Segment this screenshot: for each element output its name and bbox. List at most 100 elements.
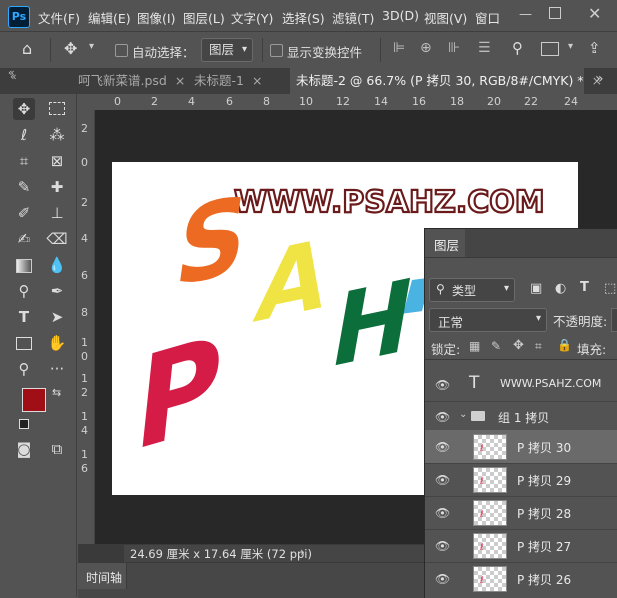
blend-mode-dropdown[interactable]: 正常 ▾ [429,308,547,332]
menu-type[interactable]: 文字(Y) [231,8,273,27]
move-tool-icon[interactable]: ✥ [13,98,35,120]
visibility-eye-icon[interactable]: 👁 [435,539,451,553]
minimize-icon[interactable]: — [519,7,532,22]
tab-layers[interactable]: 图层 [425,229,465,257]
hand-tool-icon[interactable]: ✋ [46,332,68,354]
rectangle-tool-icon[interactable] [13,332,35,354]
move-tool-preset-icon[interactable]: ✥ [64,39,77,58]
ruler-number: 2 [151,95,158,108]
quick-mask-icon[interactable]: ◙ [13,438,35,460]
zoom-tool-icon[interactable]: ⚲ [13,358,35,380]
layer-row[interactable]: 👁 ℓ P 拷贝 27 [425,529,617,563]
close-window-icon[interactable]: ✕ [588,4,601,23]
distribute-icon[interactable]: ☰ [478,40,491,56]
visibility-eye-icon[interactable]: 👁 [435,440,451,454]
layer-row-selected[interactable]: 👁 ℓ P 拷贝 30 [425,430,617,464]
tab-document-3[interactable]: 未标题-2 @ 66.7% (P 拷贝 30, RGB/8#/CMYK) * × [290,68,602,94]
tab-document-2[interactable]: 未标题-1 × [188,68,268,94]
auto-select-dropdown[interactable]: 图层 ▾ [201,38,253,62]
dodge-tool-icon[interactable]: ⚲ [13,280,35,302]
visibility-eye-icon[interactable]: 👁 [435,378,451,392]
layers-panel-header: 图层 [425,229,617,258]
visibility-eye-icon[interactable]: 👁 [435,506,451,520]
pixel-filter-icon[interactable]: ▣ [530,281,542,296]
menu-edit[interactable]: 编辑(E) [88,8,131,27]
ruler-number: 6 [226,95,233,108]
letter-p: P [129,307,229,481]
workspace-icon[interactable] [541,42,559,56]
share-icon[interactable]: ⇪ [588,39,601,57]
vertical-ruler[interactable]: 2 0 2 4 6 8 1 0 1 2 1 4 1 6 [78,110,95,544]
eyedropper-icon[interactable]: ✎ [13,176,35,198]
more-tools-icon[interactable]: ··· [46,358,68,380]
marquee-tool-icon[interactable] [46,98,68,120]
layer-row-group[interactable]: 👁 ⌄ 组 1 拷贝 [425,402,617,431]
menu-view[interactable]: 视图(V) [424,8,467,27]
close-icon[interactable]: × [175,73,185,88]
type-filter-icon[interactable]: T [580,280,589,295]
menu-filter[interactable]: 滤镜(T) [332,8,374,27]
chevron-right-icon[interactable]: › [300,545,305,559]
layer-row[interactable]: 👁 ℓ P 拷贝 26 [425,562,617,595]
visibility-eye-icon[interactable]: 👁 [435,410,451,424]
lock-transparent-icon[interactable]: ▦ [469,339,480,353]
layer-row[interactable]: 👁 ℓ P 拷贝 29 [425,463,617,497]
chevron-down-icon[interactable]: ⌄ [459,409,467,420]
tab-document-1[interactable]: 呵飞新菜谱.psd × [72,68,191,94]
zoom-field[interactable] [78,545,124,562]
divider [425,359,617,360]
horizontal-ruler[interactable]: 0 2 4 6 8 10 12 14 16 18 20 22 24 [96,94,617,111]
lock-pixels-icon[interactable]: ✎ [491,339,501,353]
crop-tool-icon[interactable]: ⌗ [13,150,35,172]
tab-timeline[interactable]: 时间轴 [78,563,127,589]
visibility-eye-icon[interactable]: 👁 [435,572,451,586]
magic-wand-icon[interactable]: ⁂ [46,124,68,146]
eraser-icon[interactable]: ⌫ [46,228,68,250]
layer-filter-dropdown[interactable]: ⚲ 类型 ▾ [429,278,515,302]
menu-select[interactable]: 选择(S) [282,8,325,27]
close-icon[interactable]: × [252,73,262,88]
home-icon[interactable]: ⌂ [22,39,32,58]
swap-colors-icon[interactable]: ⇆ [52,386,61,399]
ruler-number: 14 [374,95,388,108]
brush-tool-icon[interactable]: ✐ [13,202,35,224]
menu-layer[interactable]: 图层(L) [183,8,225,27]
layer-row[interactable]: 👁 ℓ P 拷贝 28 [425,496,617,530]
show-transform-checkbox[interactable] [270,44,283,57]
path-selection-icon[interactable]: ➤ [46,306,68,328]
lock-artboard-icon[interactable]: ⌗ [535,339,542,354]
shape-filter-icon[interactable]: ⬚ [604,281,616,296]
default-colors-icon[interactable] [19,419,29,429]
chevron-down-icon[interactable]: ▾ [568,41,573,52]
lock-position-icon[interactable]: ✥ [513,338,524,353]
collapse-tools-icon[interactable]: « [10,70,17,83]
menu-image[interactable]: 图像(I) [137,8,175,27]
search-icon[interactable]: ⚲ [512,39,523,57]
frame-tool-icon[interactable]: ⊠ [46,150,68,172]
menu-window[interactable]: 窗口 [475,8,500,27]
foreground-color-swatch[interactable] [22,388,46,412]
adjustment-filter-icon[interactable]: ◐ [555,281,566,296]
align-center-icon[interactable]: ⊕ [420,40,432,56]
lock-all-icon[interactable]: 🔒 [557,338,572,352]
restore-icon[interactable] [549,7,561,19]
chevron-down-icon[interactable]: ▾ [89,41,94,52]
pen-tool-icon[interactable]: ✒ [46,280,68,302]
auto-select-checkbox[interactable] [115,44,128,57]
lasso-tool-icon[interactable]: ℓ [13,124,35,146]
history-brush-icon[interactable]: ✍ [13,228,35,250]
visibility-eye-icon[interactable]: 👁 [435,473,451,487]
clone-stamp-icon[interactable]: ⊥ [46,202,68,224]
align-right-icon[interactable]: ⊪ [448,40,460,56]
screen-mode-icon[interactable]: ⧉ [46,438,68,460]
blur-tool-icon[interactable]: 💧 [46,254,68,276]
gradient-tool-icon[interactable] [13,254,35,276]
opacity-field[interactable] [611,308,617,332]
layer-row-text[interactable]: 👁 T WWW.PSAHZ.COM [425,368,617,402]
more-tabs-icon[interactable]: » [595,71,604,87]
type-tool-icon[interactable]: T [13,306,35,328]
healing-brush-icon[interactable]: ✚ [46,176,68,198]
align-left-icon[interactable]: ⊫ [393,40,405,56]
menu-3d[interactable]: 3D(D) [382,8,419,23]
menu-file[interactable]: 文件(F) [38,8,80,27]
